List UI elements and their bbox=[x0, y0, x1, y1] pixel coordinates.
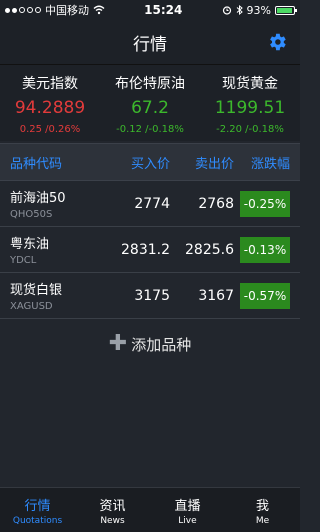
market-indices: 美元指数 94.2889 0.25 /0.26% 布伦特原油 67.2 -0.1… bbox=[0, 65, 300, 141]
table-row[interactable]: 现货白银 XAGUSD 3175 3167 -0.57% bbox=[0, 273, 300, 319]
product-code: YDCL bbox=[10, 255, 37, 266]
tab-me[interactable]: 我 Me bbox=[225, 488, 300, 532]
change-cell: -0.25% bbox=[234, 190, 300, 217]
header-name[interactable]: 品种代码 bbox=[0, 153, 112, 172]
product-name: 现货白银 bbox=[10, 283, 63, 298]
change-badge[interactable]: -0.13% bbox=[240, 236, 290, 263]
tab-sublabel: Quotations bbox=[12, 515, 63, 526]
page-title: 行情 bbox=[133, 34, 167, 55]
index-brent[interactable]: 布伦特原油 67.2 -0.12 /-0.18% bbox=[100, 69, 200, 141]
tab-sublabel: News bbox=[100, 515, 125, 526]
plus-icon: ✚ bbox=[108, 331, 128, 356]
tab-label: 资讯 bbox=[99, 498, 126, 514]
buy-price: 2774 bbox=[134, 195, 170, 212]
battery-icon bbox=[275, 5, 297, 15]
tab-label: 我 bbox=[255, 498, 269, 514]
change-cell: -0.13% bbox=[234, 236, 300, 263]
index-name: 布伦特原油 bbox=[115, 76, 185, 92]
product-name: 粤东油 bbox=[10, 237, 50, 252]
status-left: 中国移动 bbox=[5, 2, 105, 18]
header-buy[interactable]: 买入价 bbox=[112, 153, 170, 172]
add-item-button[interactable]: ✚ 添加品种 bbox=[0, 319, 300, 369]
index-value: 94.2889 bbox=[14, 98, 86, 118]
tab-bar: 行情 Quotations 资讯 News 直播 Live 我 Me bbox=[0, 487, 300, 532]
tab-news[interactable]: 资讯 News bbox=[75, 488, 150, 532]
status-right: 93% bbox=[222, 3, 297, 17]
quote-list: 前海油50 QHO50S 2774 2768 -0.25% 粤东油 YDCL 2… bbox=[0, 181, 300, 319]
index-change: -0.12 /-0.18% bbox=[116, 124, 184, 135]
header-sell[interactable]: 卖出价 bbox=[170, 153, 234, 172]
table-row[interactable]: 前海油50 QHO50S 2774 2768 -0.25% bbox=[0, 181, 300, 227]
wifi-icon bbox=[93, 5, 105, 15]
index-value: 1199.51 bbox=[214, 98, 286, 118]
sell-price: 2825.6 bbox=[185, 241, 234, 258]
tab-label: 直播 bbox=[174, 498, 201, 514]
bluetooth-icon bbox=[236, 5, 243, 15]
tab-quotations[interactable]: 行情 Quotations bbox=[0, 488, 75, 532]
table-row[interactable]: 粤东油 YDCL 2831.2 2825.6 -0.13% bbox=[0, 227, 300, 273]
change-badge[interactable]: -0.25% bbox=[240, 190, 290, 217]
battery-percent: 93% bbox=[246, 3, 271, 17]
add-item-label: 添加品种 bbox=[131, 335, 192, 354]
sell-price: 3167 bbox=[198, 287, 234, 304]
index-name: 美元指数 bbox=[22, 76, 78, 92]
product-name: 前海油50 bbox=[10, 191, 66, 206]
tab-live[interactable]: 直播 Live bbox=[150, 488, 225, 532]
tab-sublabel: Live bbox=[178, 515, 197, 526]
nav-bar: 行情 bbox=[0, 20, 300, 65]
table-header: 品种代码 买入价 卖出价 涨跌幅 bbox=[0, 143, 300, 181]
product-code: XAGUSD bbox=[10, 301, 53, 312]
index-usd[interactable]: 美元指数 94.2889 0.25 /0.26% bbox=[0, 69, 100, 141]
tab-sublabel: Me bbox=[255, 515, 270, 526]
index-name: 现货黄金 bbox=[222, 76, 278, 92]
change-badge[interactable]: -0.57% bbox=[240, 282, 290, 309]
change-cell: -0.57% bbox=[234, 282, 300, 309]
product-cell: 现货白银 XAGUSD bbox=[0, 279, 112, 312]
index-gold[interactable]: 现货黄金 1199.51 -2.20 /-0.18% bbox=[200, 69, 300, 141]
tab-label: 行情 bbox=[24, 498, 51, 514]
index-value: 67.2 bbox=[131, 98, 169, 118]
buy-price: 2831.2 bbox=[121, 241, 170, 258]
product-code: QHO50S bbox=[10, 209, 53, 220]
product-cell: 粤东油 YDCL bbox=[0, 233, 112, 266]
index-change: 0.25 /0.26% bbox=[19, 124, 81, 135]
status-bar: 中国移动 15:24 93% bbox=[0, 0, 300, 20]
alarm-icon bbox=[222, 6, 231, 15]
clock-label: 15:24 bbox=[144, 3, 183, 17]
sell-price: 2768 bbox=[198, 195, 234, 212]
index-change: -2.20 /-0.18% bbox=[216, 124, 284, 135]
carrier-label: 中国移动 bbox=[45, 4, 89, 17]
header-change[interactable]: 涨跌幅 bbox=[234, 153, 300, 172]
signal-icon bbox=[5, 7, 41, 13]
gear-icon[interactable] bbox=[266, 31, 288, 53]
buy-price: 3175 bbox=[134, 287, 170, 304]
product-cell: 前海油50 QHO50S bbox=[0, 187, 112, 220]
